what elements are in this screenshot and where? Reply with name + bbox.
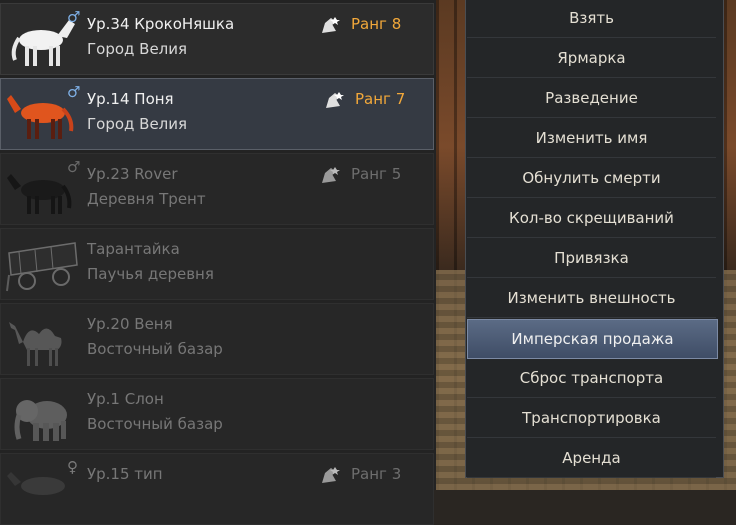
mount-location: Город Велия bbox=[87, 115, 188, 133]
camel-icon bbox=[5, 310, 79, 370]
menu-item-rename[interactable]: Изменить имя bbox=[467, 119, 716, 158]
menu-item-imperial-sale[interactable]: Имперская продажа bbox=[467, 319, 718, 359]
elephant-icon bbox=[5, 385, 79, 445]
mount-context-menu: Взять Ярмарка Разведение Изменить имя Об… bbox=[465, 0, 724, 478]
mount-location: Город Велия bbox=[87, 40, 188, 58]
mount-location: Восточный базар bbox=[87, 415, 223, 433]
mount-location: Паучья деревня bbox=[87, 265, 214, 283]
mount-rank: Ранг 8 bbox=[351, 15, 402, 33]
menu-item-breeding[interactable]: Разведение bbox=[467, 79, 716, 118]
mount-name: Тарантайка bbox=[87, 240, 180, 258]
wagon-icon bbox=[5, 235, 79, 295]
stable-mount-list: ♂ Ур.34 КрокоНяшка Город Велия Ранг 8 ♂ … bbox=[0, 0, 436, 525]
mount-row-tarantayka[interactable]: Тарантайка Паучья деревня bbox=[0, 228, 434, 300]
male-gender-icon: ♂ bbox=[67, 83, 81, 101]
mount-name: Ур.1 Слон bbox=[87, 390, 164, 408]
mount-location: Восточный базар bbox=[87, 340, 223, 358]
mount-name: Ур.34 КрокоНяшка bbox=[87, 15, 235, 33]
mount-location: Деревня Трент bbox=[87, 190, 206, 208]
mount-name: Ур.23 Rover bbox=[87, 165, 178, 183]
menu-item-reset-transport[interactable]: Сброс транспорта bbox=[467, 359, 716, 398]
male-gender-icon: ♂ bbox=[67, 158, 81, 176]
female-gender-icon: ♀ bbox=[67, 458, 78, 476]
horse-rank-icon bbox=[319, 165, 341, 185]
mount-name: Ур.20 Веня bbox=[87, 315, 173, 333]
mount-row-rover[interactable]: ♂ Ур.23 Rover Деревня Трент Ранг 5 bbox=[0, 153, 434, 225]
menu-item-change-appearance[interactable]: Изменить внешность bbox=[467, 279, 716, 318]
mount-row-krokonyashka[interactable]: ♂ Ур.34 КрокоНяшка Город Велия Ранг 8 bbox=[0, 3, 434, 75]
menu-item-rent[interactable]: Аренда bbox=[467, 439, 716, 478]
mount-name: Ур.15 тип bbox=[87, 465, 163, 483]
mount-row-slon[interactable]: Ур.1 Слон Восточный базар bbox=[0, 378, 434, 450]
menu-item-breeding-count[interactable]: Кол-во скрещиваний bbox=[467, 199, 716, 238]
horse-rank-icon bbox=[323, 90, 345, 110]
mount-row-venya[interactable]: Ур.20 Веня Восточный базар bbox=[0, 303, 434, 375]
mount-rank: Ранг 3 bbox=[351, 465, 402, 483]
mount-name: Ур.14 Поня bbox=[87, 90, 174, 108]
horse-rank-icon bbox=[319, 465, 341, 485]
mount-row-tip[interactable]: ♀ Ур.15 тип Ранг 3 bbox=[0, 453, 434, 525]
menu-item-bind[interactable]: Привязка bbox=[467, 239, 716, 278]
horse-rank-icon bbox=[319, 15, 341, 35]
mount-rank: Ранг 7 bbox=[355, 90, 406, 108]
mount-rank: Ранг 5 bbox=[351, 165, 402, 183]
menu-item-reset-deaths[interactable]: Обнулить смерти bbox=[467, 159, 716, 198]
menu-item-market[interactable]: Ярмарка bbox=[467, 39, 716, 78]
mount-row-ponya[interactable]: ♂ Ур.14 Поня Город Велия Ранг 7 bbox=[0, 78, 434, 150]
menu-item-take[interactable]: Взять bbox=[467, 0, 716, 38]
menu-item-transportation[interactable]: Транспортировка bbox=[467, 399, 716, 438]
male-gender-icon: ♂ bbox=[67, 8, 81, 26]
